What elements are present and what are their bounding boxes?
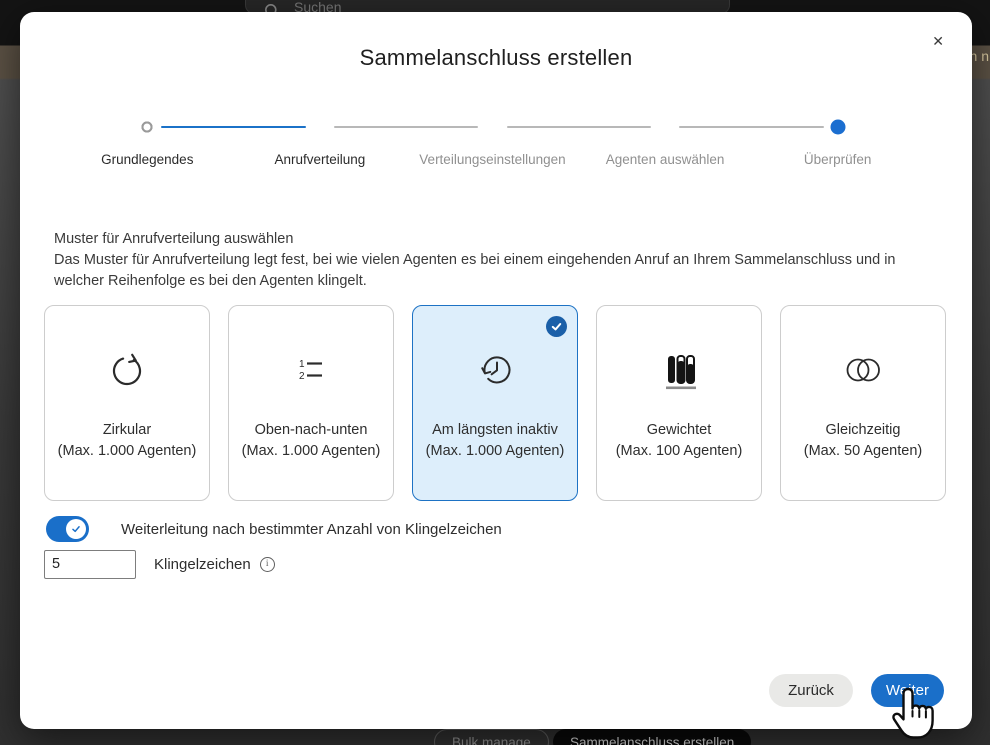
ring-count-row: Klingelzeichen i (44, 549, 275, 579)
option-max: (Max. 100 Agenten) (616, 441, 743, 462)
distribution-pattern-options: Zirkular (Max. 1.000 Agenten) 1 2 Oben-n… (44, 305, 946, 501)
option-card-top-down[interactable]: 1 2 Oben-nach-unten (Max. 1.000 Agenten) (228, 305, 394, 501)
bulk-manage-button[interactable]: Bulk manage (434, 729, 549, 745)
section-body: Das Muster für Anrufverteilung legt fest… (54, 250, 936, 292)
overlapping-circles-icon (840, 344, 886, 396)
option-label: Oben-nach-unten (255, 420, 368, 441)
ring-count-input[interactable] (44, 550, 136, 579)
create-hunt-group-button[interactable]: Sammelanschluss erstellen (553, 729, 751, 745)
info-icon[interactable]: i (260, 557, 275, 572)
history-clock-icon (472, 344, 518, 396)
stepper-connector (334, 126, 479, 129)
section-heading: Muster für Anrufverteilung auswählen (54, 229, 936, 250)
weighted-bars-icon (657, 344, 701, 396)
section-description: Muster für Anrufverteilung auswählen Das… (54, 229, 936, 292)
step-basics[interactable] (751, 119, 924, 135)
option-card-longest-idle[interactable]: Am längsten inaktiv (Max. 1.000 Agenten) (412, 305, 578, 501)
option-card-circular[interactable]: Zirkular (Max. 1.000 Agenten) (44, 305, 210, 501)
forward-after-rings-row: Weiterleitung nach bestimmter Anzahl von… (46, 515, 502, 543)
selected-check-icon (546, 316, 567, 337)
dialog-title: Sammelanschluss erstellen (20, 45, 972, 71)
option-label: Zirkular (103, 420, 151, 441)
wizard-stepper: Grundlegendes Anrufverteilung Verteilung… (61, 119, 924, 167)
create-hunt-group-dialog: ✕ Sammelanschluss erstellen Grundlegende… (20, 12, 972, 729)
option-label: Am längsten inaktiv (432, 420, 558, 441)
option-max: (Max. 1.000 Agenten) (426, 441, 565, 462)
option-label: Gleichzeitig (826, 420, 901, 441)
toggle-label: Weiterleitung nach bestimmter Anzahl von… (121, 521, 502, 538)
background-banner-text: n n (970, 48, 989, 64)
option-max: (Max. 1.000 Agenten) (58, 441, 197, 462)
step-label-basics: Grundlegendes (61, 152, 234, 167)
numbered-list-icon: 1 2 (289, 344, 333, 396)
back-button[interactable]: Zurück (769, 674, 853, 707)
ring-count-label: Klingelzeichen (154, 556, 251, 573)
circular-arrows-icon (105, 344, 149, 396)
option-card-simultaneous[interactable]: Gleichzeitig (Max. 50 Agenten) (780, 305, 946, 501)
step-label-review: Überprüfen (751, 152, 924, 167)
toggle-knob-check-icon (66, 519, 86, 539)
step-label-call-distribution: Anrufverteilung (234, 152, 407, 167)
step-review[interactable] (61, 119, 234, 135)
step-label-select-agents: Agenten auswählen (579, 152, 752, 167)
step-dot-upcoming (142, 122, 153, 133)
svg-text:2: 2 (299, 371, 305, 382)
option-label: Gewichtet (647, 420, 711, 441)
option-max: (Max. 50 Agenten) (804, 441, 923, 462)
svg-text:1: 1 (299, 359, 305, 370)
option-card-weighted[interactable]: Gewichtet (Max. 100 Agenten) (596, 305, 762, 501)
option-max: (Max. 1.000 Agenten) (242, 441, 381, 462)
stepper-connector (507, 126, 652, 129)
step-dot-done (830, 120, 845, 135)
dialog-footer: Zurück Weiter (769, 674, 944, 707)
step-label-distribution-settings: Verteilungseinstellungen (406, 152, 579, 167)
forward-after-rings-toggle[interactable] (46, 516, 89, 542)
next-button[interactable]: Weiter (871, 674, 944, 707)
